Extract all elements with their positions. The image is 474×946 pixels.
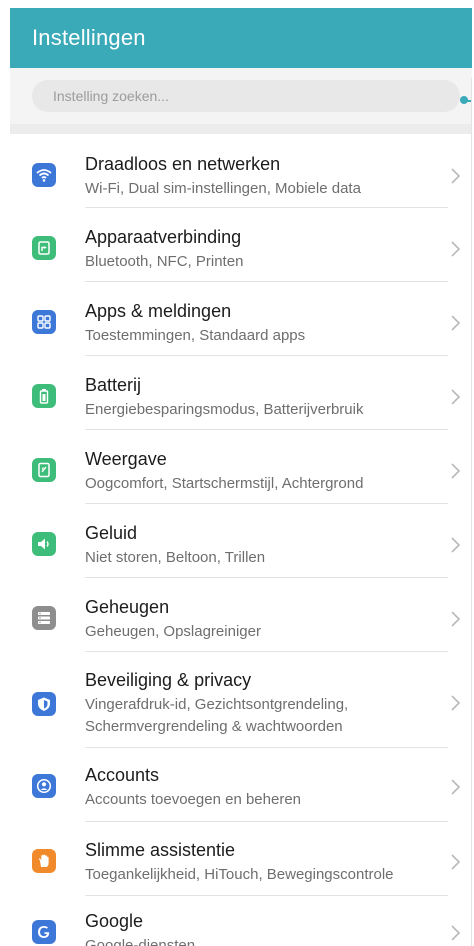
item-title: Geheugen — [85, 597, 170, 617]
item-title: Beveiliging & privacy — [85, 670, 252, 690]
hand-icon — [32, 849, 56, 873]
settings-item-battery[interactable]: Batterij Energiebesparingsmodus, Batteri… — [10, 356, 472, 430]
chevron-right-icon — [451, 925, 461, 941]
settings-item-google[interactable]: Google Google-diensten — [10, 896, 472, 946]
search-input[interactable] — [32, 80, 460, 112]
settings-item-wireless[interactable]: Draadloos en netwerken Wi-Fi, Dual sim-i… — [10, 134, 472, 208]
pointer-dot-icon — [460, 96, 468, 104]
device-connection-icon — [32, 236, 56, 260]
google-icon — [32, 920, 56, 944]
item-subtitle: Oogcomfort, Startschermstijl, Achtergron… — [85, 475, 364, 492]
chevron-right-icon — [451, 537, 461, 553]
search-bar — [10, 68, 472, 124]
item-subtitle: Toestemmingen, Standaard apps — [85, 327, 306, 344]
wifi-icon — [32, 163, 56, 187]
app-header: Instellingen — [10, 8, 472, 68]
item-subtitle: Google-diensten — [85, 937, 196, 946]
item-subtitle: Bluetooth, NFC, Printen — [85, 253, 244, 270]
chevron-right-icon — [451, 854, 461, 870]
item-title: Batterij — [85, 375, 142, 395]
item-title: Draadloos en netwerken — [85, 154, 281, 174]
apps-grid-icon — [32, 310, 56, 334]
settings-item-assistance[interactable]: Slimme assistentie Toegankelijkheid, HiT… — [10, 822, 472, 896]
settings-item-accounts[interactable]: Accounts Accounts toevoegen en beheren — [10, 748, 472, 822]
account-icon — [32, 774, 56, 798]
settings-item-display[interactable]: Weergave Oogcomfort, Startschermstijl, A… — [10, 430, 472, 504]
item-subtitle: Toegankelijkheid, HiTouch, Bewegingscont… — [85, 866, 394, 883]
display-icon — [32, 458, 56, 482]
battery-icon — [32, 384, 56, 408]
item-subtitle-line2: Schermvergrendeling & wachtwoorden — [85, 718, 343, 735]
chevron-right-icon — [451, 241, 461, 257]
page-title: Instellingen — [32, 25, 146, 50]
item-subtitle: Energiebesparingsmodus, Batterijverbruik — [85, 401, 364, 418]
settings-item-security[interactable]: Beveiliging & privacy Vingerafdruk-id, G… — [10, 652, 472, 748]
chevron-right-icon — [451, 168, 461, 184]
settings-item-storage[interactable]: Geheugen Geheugen, Opslagreiniger — [10, 578, 472, 652]
item-title: Accounts — [85, 765, 160, 785]
item-subtitle: Accounts toevoegen en beheren — [85, 791, 301, 808]
settings-item-device-connection[interactable]: Apparaatverbinding Bluetooth, NFC, Print… — [10, 208, 472, 282]
item-title: Apps & meldingen — [85, 301, 232, 321]
settings-screen: Instellingen Draadloos en netwerken Wi-F… — [10, 8, 472, 946]
speaker-icon — [32, 532, 56, 556]
item-title: Geluid — [85, 523, 138, 543]
item-title: Weergave — [85, 449, 167, 469]
item-subtitle: Vingerafdruk-id, Gezichtsontgrendeling, — [85, 696, 349, 713]
chevron-right-icon — [451, 463, 461, 479]
item-subtitle: Wi-Fi, Dual sim-instellingen, Mobiele da… — [85, 180, 361, 197]
storage-icon — [32, 606, 56, 630]
shield-icon — [32, 692, 56, 716]
settings-list: Draadloos en netwerken Wi-Fi, Dual sim-i… — [10, 134, 472, 946]
item-title: Apparaatverbinding — [85, 227, 242, 247]
chevron-right-icon — [451, 315, 461, 331]
search-separator — [10, 124, 472, 134]
item-title: Slimme assistentie — [85, 840, 236, 860]
chevron-right-icon — [451, 611, 461, 627]
item-title: Google — [85, 911, 144, 931]
settings-item-apps[interactable]: Apps & meldingen Toestemmingen, Standaar… — [10, 282, 472, 356]
settings-item-sound[interactable]: Geluid Niet storen, Beltoon, Trillen — [10, 504, 472, 578]
item-subtitle: Niet storen, Beltoon, Trillen — [85, 549, 266, 566]
item-subtitle: Geheugen, Opslagreiniger — [85, 623, 261, 640]
chevron-right-icon — [451, 695, 461, 711]
chevron-right-icon — [451, 779, 461, 795]
chevron-right-icon — [451, 389, 461, 405]
